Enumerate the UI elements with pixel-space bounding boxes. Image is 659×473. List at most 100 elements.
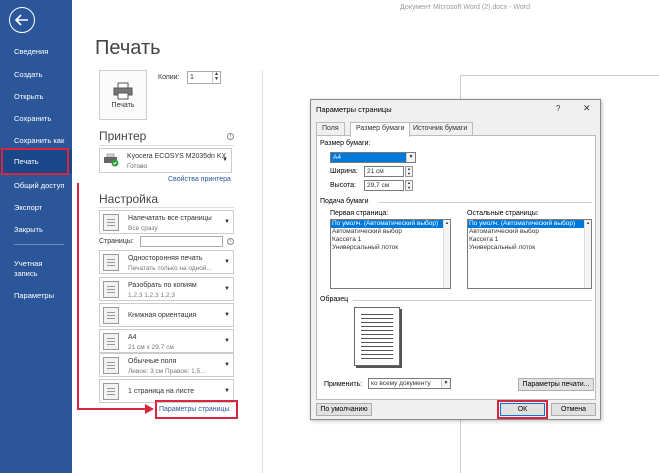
print-options-button[interactable]: Параметры печати... — [518, 378, 594, 391]
setting-collate[interactable]: Разобрать по копиям 1,2,3 1,2,3 1,2,3 ▼ — [99, 277, 234, 301]
sidebar-item-close[interactable]: Закрыть — [0, 225, 72, 235]
settings-heading: Настройка — [99, 192, 159, 206]
sidebar-item-share[interactable]: Общий доступ — [0, 181, 72, 191]
copies-input[interactable]: 1 ▲ ▼ — [187, 71, 221, 84]
width-input[interactable]: 21 см — [364, 166, 404, 177]
copies-label: Копии: — [158, 74, 180, 81]
width-label: Ширина: — [330, 168, 358, 175]
list-item[interactable]: Кассета 1 — [468, 236, 591, 244]
paper-size-icon — [103, 333, 119, 350]
setting-paper-size[interactable]: А4 21 см x 29,7 см ▼ — [99, 329, 234, 353]
sidebar-item-info[interactable]: Сведения — [0, 47, 72, 57]
chevron-down-icon: ▼ — [224, 338, 230, 344]
sidebar-item-new[interactable]: Создать — [0, 70, 72, 80]
info-icon[interactable]: i — [227, 133, 234, 140]
setting-line2: Все сразу — [128, 225, 158, 232]
backstage-sidebar: Сведения Создать Открыть Сохранить Сохра… — [0, 0, 72, 473]
sample-page-preview — [354, 307, 400, 366]
close-icon[interactable]: ✕ — [583, 103, 591, 114]
apply-to-value: ко всему документу — [371, 380, 431, 387]
margins-icon — [103, 357, 119, 374]
help-icon[interactable]: ? — [556, 104, 560, 113]
setting-line1: Обычные поля — [128, 358, 177, 365]
setting-line2: Печатать только на одной... — [128, 265, 212, 272]
info-icon[interactable]: i — [227, 238, 234, 245]
ok-highlight-box — [497, 400, 548, 419]
settings-heading-underline — [99, 207, 234, 208]
setting-line1: Односторонняя печать — [128, 255, 203, 262]
chevron-down-icon: ▼ — [224, 362, 230, 368]
copies-value: 1 — [190, 74, 194, 81]
setting-line1: Книжная ориентация — [128, 312, 197, 319]
set-default-button[interactable]: По умолчанию — [316, 403, 372, 416]
list-item[interactable]: Автоматический выбор — [331, 228, 450, 236]
sidebar-item-save-as[interactable]: Сохранить как — [0, 136, 72, 146]
printer-name: Kyocera ECOSYS M2035dn KX — [127, 153, 227, 160]
apply-to-label: Применить: — [324, 381, 363, 388]
chevron-down-icon: ▼ — [406, 153, 415, 162]
paper-size-label: Размер бумаги: — [320, 140, 371, 147]
list-item[interactable]: Универсальный лоток — [331, 244, 450, 252]
list-item[interactable]: По умолч. (Автоматический выбор) — [331, 220, 450, 228]
tab-paper[interactable]: Размер бумаги — [350, 122, 411, 137]
setting-line2: Левое: 3 см Правое: 1,5... — [128, 368, 206, 375]
printer-icon — [113, 82, 133, 99]
paper-size-select[interactable]: А4 ▼ — [330, 152, 416, 163]
printer-heading: Принтер — [99, 129, 147, 143]
first-page-label: Первая страница: — [330, 210, 389, 217]
setting-orientation[interactable]: Книжная ориентация ▼ — [99, 303, 234, 327]
group-divider — [353, 300, 592, 301]
pages-input[interactable] — [140, 236, 223, 247]
list-item[interactable]: Автоматический выбор — [468, 228, 591, 236]
sidebar-divider — [14, 244, 64, 245]
group-divider — [379, 202, 592, 203]
chevron-down-icon: ▼ — [224, 286, 230, 292]
other-pages-label: Остальные страницы: — [467, 210, 539, 217]
setting-print-range[interactable]: Напечатать все страницы Все сразу ▼ — [99, 210, 234, 234]
list-item[interactable]: По умолч. (Автоматический выбор) — [468, 220, 591, 228]
setting-line2: 21 см x 29,7 см — [128, 344, 174, 351]
chevron-down-icon: ▼ — [441, 379, 450, 388]
print-button[interactable]: Печать — [99, 70, 147, 120]
preview-separator — [262, 70, 263, 473]
sidebar-item-account-line2: запись — [14, 269, 38, 278]
cancel-button[interactable]: Отмена — [551, 403, 596, 416]
arrow-right-icon — [145, 404, 154, 414]
arrow-left-icon — [15, 14, 28, 26]
chevron-down-icon: ▼ — [222, 157, 228, 163]
first-page-tray-list[interactable]: По умолч. (Автоматический выбор) Автомат… — [330, 219, 451, 289]
height-stepper[interactable]: ▲ ▼ — [405, 180, 413, 191]
printer-status: Готово — [127, 163, 148, 170]
window-title: Документ Microsoft Word (2).docx - Word — [400, 4, 530, 11]
other-pages-tray-list[interactable]: По умолч. (Автоматический выбор) Автомат… — [467, 219, 592, 289]
sidebar-item-save[interactable]: Сохранить — [0, 114, 72, 124]
collate-icon — [103, 281, 119, 298]
sidebar-item-export[interactable]: Экспорт — [0, 203, 72, 213]
width-stepper[interactable]: ▲ ▼ — [405, 166, 413, 177]
scrollbar[interactable]: ▲ — [584, 220, 591, 288]
printer-select[interactable]: Kyocera ECOSYS M2035dn KX Готово ▼ — [99, 148, 232, 173]
setting-line2: 1,2,3 1,2,3 1,2,3 — [128, 292, 175, 299]
tab-panel-paper: Размер бумаги: А4 ▼ Ширина: 21 см ▲ ▼ Выс… — [316, 135, 596, 400]
copies-stepper[interactable]: ▲ ▼ — [212, 72, 220, 83]
setting-sides[interactable]: Односторонняя печать Печатать только на … — [99, 250, 234, 274]
apply-to-select[interactable]: ко всему документу ▼ — [368, 378, 451, 389]
list-item[interactable]: Кассета 1 — [331, 236, 450, 244]
setting-margins[interactable]: Обычные поля Левое: 3 см Правое: 1,5... … — [99, 353, 234, 377]
sidebar-item-account[interactable]: Учетная запись — [0, 259, 72, 279]
setting-line1: Напечатать все страницы — [128, 215, 212, 222]
height-input[interactable]: 29,7 см — [364, 180, 404, 191]
scrollbar[interactable]: ▲ — [443, 220, 450, 288]
printer-properties-link[interactable]: Свойства принтера — [168, 176, 231, 183]
back-button[interactable] — [9, 7, 35, 33]
list-item[interactable]: Универсальный лоток — [468, 244, 591, 252]
annotation-arrow-line — [77, 408, 147, 410]
sidebar-item-options[interactable]: Параметры — [0, 291, 72, 301]
tab-margins[interactable]: Поля — [316, 122, 345, 136]
sidebar-item-open[interactable]: Открыть — [0, 92, 72, 102]
tab-layout[interactable]: Источник бумаги — [407, 122, 474, 136]
pages-per-sheet-icon — [103, 383, 119, 400]
chevron-down-icon: ▼ — [224, 312, 230, 318]
dialog-title: Параметры страницы — [316, 105, 392, 114]
page-setup-dialog: Параметры страницы ? ✕ Поля Размер бумаг… — [310, 99, 601, 420]
